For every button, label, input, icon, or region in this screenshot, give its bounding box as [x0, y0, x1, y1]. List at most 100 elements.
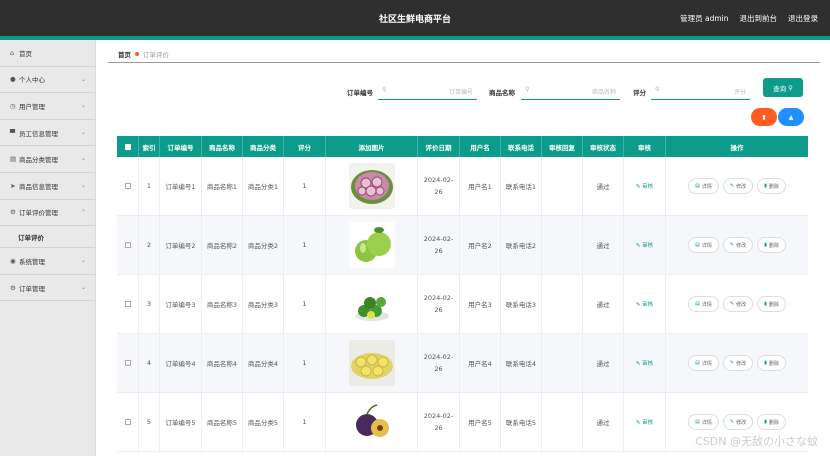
table-row: 4 订单编号4 商品名称4 商品分类4 1 2024-02- 26 用户名4 联系…	[117, 334, 808, 393]
chevron-down-icon: ⌄	[80, 102, 86, 110]
send-icon: ➤	[10, 181, 16, 190]
detail-icon: ▤	[695, 419, 700, 425]
audit-button[interactable]: ✎ 审核	[636, 300, 653, 308]
edit-button[interactable]: ✎ 修改	[722, 178, 754, 194]
clock-icon: ◷	[10, 101, 16, 110]
delete-button[interactable]: ▮ 删除	[757, 178, 786, 194]
trash-icon: ▮	[762, 113, 766, 121]
delete-button[interactable]: ▮ 删除	[757, 237, 786, 253]
cell-phone: 联系电话5	[501, 393, 542, 451]
cell-product: 商品名称3	[202, 275, 243, 333]
gear-icon: ⚙	[10, 283, 16, 292]
rating-input[interactable]: ⚲ 评分	[651, 82, 750, 100]
cell-reply	[542, 216, 583, 274]
pin-icon: ◉	[10, 256, 16, 265]
product-image	[348, 163, 395, 209]
sidebar-item-products[interactable]: ➤ 商品信息管理 ⌄	[0, 173, 95, 200]
order-no-input[interactable]: ⚲ 订单编号	[378, 82, 477, 100]
header-cell: 操作	[730, 143, 744, 152]
edit-button[interactable]: ✎ 修改	[722, 237, 754, 253]
cell-audit: ✎ 审核	[624, 275, 666, 333]
exit-front-link[interactable]: 退出到前台	[740, 13, 778, 24]
monitor-icon: ▀	[10, 128, 15, 137]
logout-link[interactable]: 退出登录	[788, 13, 818, 24]
search-icon: ⚲	[788, 83, 793, 92]
cell-rating: 1	[284, 216, 326, 274]
sidebar-item-profile[interactable]: ● 个人中心 ⌄	[0, 67, 95, 94]
detail-button[interactable]: ▤ 详情	[688, 355, 719, 371]
sidebar-item-order-reviews[interactable]: ⚙ 订单评价管理 ⌃	[0, 200, 95, 227]
edit-icon: ✎	[729, 419, 735, 425]
delete-selected-button[interactable]: ▮	[751, 108, 777, 126]
cell-phone: 联系电话3	[501, 275, 542, 333]
detail-button[interactable]: ▤ 详情	[688, 178, 719, 194]
sidebar-item-orders[interactable]: ⚙ 订单管理 ⌄	[0, 275, 95, 302]
sidebar-item-home[interactable]: ⌂ 首页	[0, 40, 95, 67]
chevron-down-icon: ⌄	[80, 155, 86, 163]
breadcrumb-current: 订单评价	[143, 51, 169, 59]
sidebar-item-users[interactable]: ◷ 用户管理 ⌄	[0, 93, 95, 120]
chevron-up-icon: ⌃	[80, 208, 86, 216]
home-icon: ⌂	[10, 48, 15, 57]
detail-icon: ▤	[695, 242, 700, 248]
audit-button[interactable]: ✎ 审核	[636, 182, 653, 190]
product-name-input[interactable]: ⚲ 商品名称	[521, 82, 620, 100]
delete-button[interactable]: ▮ 删除	[757, 414, 786, 430]
header-select-all[interactable]	[117, 136, 139, 157]
detail-button[interactable]: ▤ 详情	[688, 296, 719, 312]
cell-user: 用户名3	[460, 275, 501, 333]
header-cell: 商品名称	[202, 136, 243, 157]
sidebar-item-system[interactable]: ◉ 系统管理 ⌄	[0, 248, 95, 275]
breadcrumb-home[interactable]: 首页	[118, 49, 131, 59]
audit-button[interactable]: ✎ 审核	[636, 241, 653, 249]
edit-icon: ✎	[729, 301, 735, 307]
cell-user: 用户名2	[460, 216, 501, 274]
cell-status: 通过	[583, 334, 624, 392]
delete-button[interactable]: ▮ 删除	[757, 296, 786, 312]
cell-date: 2024-02- 26	[418, 334, 460, 392]
cell-status: 通过	[583, 216, 624, 274]
edit-icon: ✎	[635, 361, 641, 367]
detail-button[interactable]: ▤ 详情	[688, 237, 719, 253]
audit-button[interactable]: ✎ 审核	[636, 359, 653, 367]
row-checkbox[interactable]	[124, 419, 131, 425]
edit-icon: ✎	[635, 420, 641, 426]
edit-button[interactable]: ✎ 修改	[722, 414, 754, 430]
sidebar-subitem-order-review[interactable]: 订单评价	[0, 226, 95, 249]
cell-reply	[542, 275, 583, 333]
add-button[interactable]: ▲	[778, 108, 804, 126]
row-checkbox[interactable]	[124, 183, 131, 189]
row-checkbox[interactable]	[124, 360, 131, 366]
audit-button[interactable]: ✎ 审核	[636, 418, 653, 426]
sidebar-item-label: 用户管理	[19, 102, 45, 111]
edit-button[interactable]: ✎ 修改	[722, 296, 754, 312]
cell-category: 商品分类4	[243, 334, 284, 392]
sidebar-item-label: 个人中心	[19, 76, 45, 85]
divider	[108, 62, 820, 63]
detail-button[interactable]: ▤ 详情	[688, 414, 719, 430]
product-name-label: 商品名称	[489, 89, 515, 97]
sidebar-item-categories[interactable]: ▤ 商品分类管理 ⌄	[0, 146, 95, 173]
cell-index: 2	[139, 216, 160, 274]
cell-rating: 1	[284, 393, 326, 451]
trash-icon: ▮	[764, 301, 767, 307]
edit-button[interactable]: ✎ 修改	[722, 355, 754, 371]
sidebar-item-staff[interactable]: ▀ 员工信息管理 ⌄	[0, 120, 95, 147]
cell-reply	[542, 393, 583, 451]
delete-button[interactable]: ▮ 删除	[757, 355, 786, 371]
sidebar-item-label: 员工信息管理	[19, 129, 58, 138]
cell-user: 用户名5	[460, 393, 501, 451]
cell-date: 2024-02- 26	[418, 275, 460, 333]
checkbox[interactable]	[124, 143, 131, 150]
header-cell: 添加图片	[326, 136, 418, 157]
query-button[interactable]: 查询 ⚲	[763, 78, 803, 97]
row-checkbox[interactable]	[124, 301, 131, 307]
header-cell: 审核回复	[542, 136, 583, 157]
breadcrumb-dot-icon	[135, 52, 139, 56]
header-cell: 索引	[139, 136, 160, 157]
sidebar-item-label: 订单评价管理	[19, 209, 58, 218]
trash-icon: ▮	[764, 183, 767, 189]
row-checkbox[interactable]	[124, 242, 131, 248]
product-image	[348, 340, 395, 386]
search-bar: 订单编号 ⚲ 订单编号 商品名称 ⚲ 商品名称 评分 ⚲ 评分	[96, 82, 830, 102]
